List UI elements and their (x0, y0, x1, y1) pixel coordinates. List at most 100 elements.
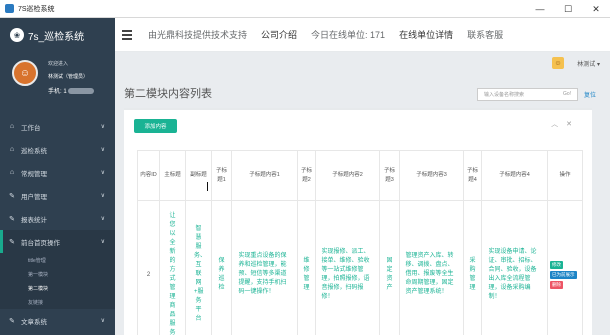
cell-content3-text: 管理资产入库、转移、调拨、盘点、借用、报废等全生命周期管理，固定资产管理系统！ (405, 253, 454, 295)
menu-toggle-icon[interactable] (122, 28, 132, 42)
page-title: 第二模块内容列表 (124, 88, 212, 100)
sidebar-subitem-title[interactable]: title管理 (0, 253, 115, 267)
cell-content1: 实现重点设备的保养和巡检管理，能预、短信等多渠道提醒，支持手机扫码一键操作！ (231, 200, 298, 335)
col-header: 子标题2 (297, 150, 316, 201)
col-header: 子标题4 (463, 150, 482, 201)
sidebar-item-frontpage[interactable]: ✎ 前台首页操作 ∨ (0, 230, 115, 253)
cell-content2-text: 实现报修、派工、接单、维修、验收等一站式维修管理，拍照报修，语音报修，扫码报修！ (321, 248, 370, 300)
window-title: 7S巡检系统 (18, 5, 55, 13)
cell-title-text: 让您以全新的方式管理商品服务 (169, 212, 176, 335)
sidebar-item-routine[interactable]: ⌂ 常规管理 ∨ (0, 161, 115, 184)
sidebar-item-articles[interactable]: ✎ 文章系统 ∨ (0, 309, 115, 332)
delete-button[interactable]: 删除 (550, 280, 563, 289)
reset-button[interactable]: 复位 (584, 90, 596, 99)
col-header: 子标题3 (379, 150, 400, 201)
sidebar-item-workbench[interactable]: ⌂ 工作台 ∨ (0, 115, 115, 138)
collapse-icon[interactable]: ︿ (551, 121, 558, 128)
sidebar: ❀ 7s_巡检系统 ☺ 欢迎进入 林测试（管理员） 手机: 1 ⌂ 工作台 ∨ … (0, 18, 115, 335)
sidebar-subitem-links[interactable]: 友链接 (0, 295, 115, 309)
edit-button[interactable]: 修改 (550, 260, 563, 269)
sidebar-subitem-module2[interactable]: 第二模块 (0, 281, 115, 295)
welcome-text: 欢迎进入 (48, 61, 69, 67)
app-icon (5, 4, 14, 13)
phone-label: 手机: 1 (48, 89, 67, 95)
col-header: 主标题 (159, 150, 186, 201)
user-menu[interactable]: 林测试 ▾ (577, 59, 600, 68)
add-content-button[interactable]: 添加内容 (134, 119, 177, 133)
cell-sub2-text: 维修管理 (303, 257, 310, 291)
cell-content1-text: 实现重点设备的保养和巡检管理，能预、短信等多渠道提醒，支持手机扫码一键操作！ (238, 253, 287, 295)
cell-actions: 修改 已为前展示 删除 (547, 200, 583, 335)
user-bar: ☺ 林测试 ▾ (115, 52, 610, 74)
profile-user: 林测试（管理员） (48, 74, 89, 80)
edit-icon: ✎ (9, 238, 15, 246)
sidebar-item-label: 用户管理 (21, 193, 47, 201)
cell-title: 让您以全新的方式管理商品服务 (159, 200, 186, 335)
table-header-row: 内容ID 主标题 副标题 子标题1 子标题内容1 子标题2 子标题内容2 子标题… (137, 150, 583, 201)
chevron-down-icon: ∨ (100, 147, 105, 153)
chevron-down-icon: ∨ (100, 216, 105, 222)
sidebar-item-label: 前台首页操作 (21, 239, 60, 247)
col-header: 子标题内容2 (315, 150, 380, 201)
profile-phone: 手机: 1 (48, 86, 94, 95)
content-table: 内容ID 主标题 副标题 子标题1 子标题内容1 子标题2 子标题内容2 子标题… (137, 150, 583, 335)
cell-content4-text: 实现设备申请、论证、审批、招标、合同、验收，设备出入库全流程管理，设备采购编制！ (488, 248, 537, 300)
col-header: 子标题内容1 (231, 150, 298, 201)
maximize-button[interactable]: ☐ (554, 0, 582, 18)
shown-frontpage-button[interactable]: 已为前展示 (550, 270, 577, 279)
col-header: 子标题内容4 (481, 150, 548, 201)
table-row: 2 让您以全新的方式管理商品服务 智慧服务、互联网+服务平台 保养巡检 实现重点… (137, 200, 583, 335)
search-go-button[interactable]: Go! (563, 91, 571, 97)
cell-subtitle: 智慧服务、互联网+服务平台 (185, 200, 212, 335)
avatar[interactable]: ☺ (12, 60, 38, 86)
edit-icon: ✎ (9, 192, 15, 200)
sidebar-subitem-module1[interactable]: 第一模块 (0, 267, 115, 281)
col-header: 子标题1 (211, 150, 232, 201)
sidebar-item-label: 报表统计 (21, 216, 47, 224)
sidebar-subnav: title管理 第一模块 第二模块 友链接 (0, 253, 115, 309)
sidebar-item-inspection[interactable]: ⌂ 巡检系统 ∨ (0, 138, 115, 161)
cell-sub1-text: 保养巡检 (218, 257, 225, 291)
cell-content3: 管理资产入库、转移、调拨、盘点、借用、报废等全生命周期管理，固定资产管理系统！ (399, 200, 464, 335)
home-icon: ⌂ (9, 123, 15, 130)
contact-service-link[interactable]: 联系客服 (467, 28, 503, 41)
home-icon: ⌂ (9, 169, 15, 176)
panel-tools: ︿ ✕ (545, 119, 572, 129)
cell-id: 2 (137, 200, 160, 335)
chevron-down-icon: ∨ (100, 170, 105, 176)
chevron-down-icon: ∨ (100, 239, 105, 245)
sidebar-item-label: 巡检系统 (21, 147, 47, 155)
user-avatar-icon[interactable]: ☺ (552, 57, 564, 69)
content-panel: 添加内容 ︿ ✕ 内容ID 主标题 副标题 子标题1 子标题内容1 子标题2 子… (124, 108, 592, 335)
sidebar-item-reports[interactable]: ✎ 报表统计 ∨ (0, 207, 115, 230)
col-header: 操作 (547, 150, 583, 201)
window-titlebar: 7S巡检系统 — ☐ ✕ (0, 0, 610, 18)
window-controls: — ☐ ✕ (526, 0, 610, 18)
chevron-down-icon: ∨ (100, 124, 105, 130)
tech-support-link[interactable]: 由光鼎科技提供技术支持 (148, 28, 247, 41)
col-header: 副标题 (185, 150, 212, 201)
cell-content4: 实现设备申请、论证、审批、招标、合同、验收，设备出入库全流程管理，设备采购编制！ (481, 200, 548, 335)
company-intro-link[interactable]: 公司介绍 (261, 28, 297, 41)
brand-name: 7s_巡检系统 (28, 31, 85, 43)
close-icon[interactable]: ✕ (566, 121, 572, 128)
phone-redaction (67, 88, 94, 95)
brand[interactable]: ❀ 7s_巡检系统 (0, 18, 115, 52)
online-units-count: 今日在线单位: 171 (311, 30, 386, 40)
minimize-button[interactable]: — (526, 0, 554, 18)
home-icon: ⌂ (9, 146, 15, 153)
sidebar-item-label: 工作台 (21, 124, 41, 132)
sidebar-item-label: 常规管理 (21, 170, 47, 178)
sidebar-nav: ⌂ 工作台 ∨ ⌂ 巡检系统 ∨ ⌂ 常规管理 ∨ ✎ 用户管理 ∨ ✎ 报表统… (0, 115, 115, 332)
cell-sub4: 采购管理 (463, 200, 482, 335)
online-units-detail-link[interactable]: 在线单位详情 (399, 28, 453, 41)
cell-sub3-text: 固定资产 (386, 257, 393, 291)
user-profile: ☺ 欢迎进入 林测试（管理员） 手机: 1 (0, 52, 115, 108)
chevron-down-icon: ∨ (100, 193, 105, 199)
edit-icon: ✎ (9, 215, 15, 223)
close-button[interactable]: ✕ (582, 0, 610, 18)
cell-sub3: 固定资产 (379, 200, 400, 335)
col-header: 内容ID (137, 150, 160, 201)
sidebar-item-users[interactable]: ✎ 用户管理 ∨ (0, 184, 115, 207)
cell-sub2: 维修管理 (297, 200, 316, 335)
